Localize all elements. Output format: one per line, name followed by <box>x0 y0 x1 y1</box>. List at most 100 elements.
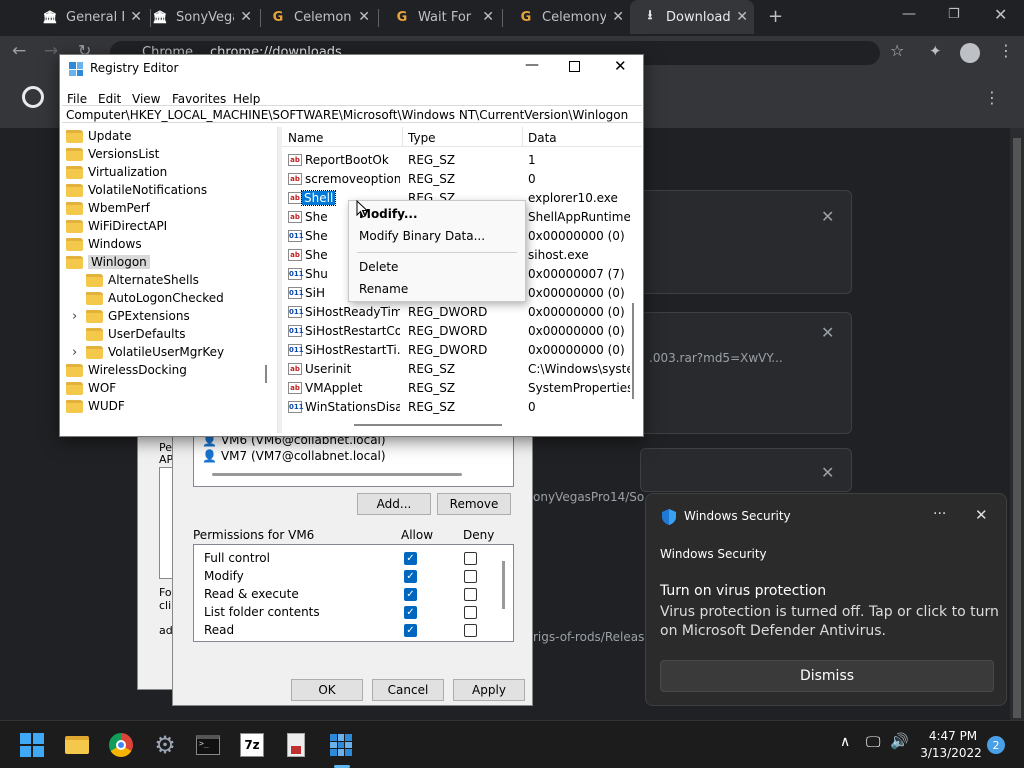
chrome-menu-icon[interactable]: ⋮ <box>998 41 1014 60</box>
value-row[interactable]: ab Userinit REG_SZ C:\Windows\syste <box>282 360 634 379</box>
tree-key[interactable]: UserDefaults <box>86 325 185 343</box>
value-row[interactable]: 011SiHostReadyTim... REG_DWORD 0x00000000 … <box>282 303 634 322</box>
7zip-icon[interactable]: 7z <box>238 731 266 759</box>
menu-item-rename[interactable]: Rename <box>359 282 408 296</box>
tree-key[interactable]: Update <box>66 127 131 145</box>
menu-file[interactable]: File <box>67 92 87 106</box>
dismiss-button[interactable]: Dismiss <box>660 660 994 692</box>
permissions-scrollbar[interactable] <box>502 561 505 609</box>
tree-key[interactable]: VolatileNotifications <box>66 181 207 199</box>
deny-checkbox[interactable] <box>464 588 477 601</box>
list-item[interactable]: 👤 VM7 (VM7@collabnet.local) <box>202 449 386 463</box>
back-icon[interactable]: ← <box>12 41 26 61</box>
close-tab-icon[interactable]: ✕ <box>612 9 624 25</box>
deny-checkbox[interactable] <box>464 552 477 565</box>
clock-time[interactable]: 4:47 PM <box>923 729 983 743</box>
close-notification-icon[interactable]: ✕ <box>975 506 988 524</box>
tree-key[interactable]: VersionsList <box>66 145 159 163</box>
expand-chevron-icon[interactable]: › <box>72 345 77 360</box>
close-tab-icon[interactable]: ✕ <box>482 9 494 25</box>
allow-checkbox[interactable]: ✓ <box>404 570 417 583</box>
cancel-button[interactable]: Cancel <box>372 679 444 701</box>
extensions-icon[interactable]: ✦ <box>929 42 942 60</box>
horizontal-scrollbar[interactable] <box>212 473 462 476</box>
clock-date[interactable]: 3/13/2022 <box>918 746 984 760</box>
expand-chevron-icon[interactable]: › <box>72 309 77 324</box>
page-scrollbar[interactable] <box>1010 128 1024 720</box>
file-explorer-icon[interactable] <box>63 731 91 759</box>
restore-icon[interactable]: ❐ <box>948 7 960 22</box>
chrome-icon[interactable] <box>107 731 135 759</box>
bookmark-star-icon[interactable]: ☆ <box>890 41 904 60</box>
value-row[interactable]: 011SiHostRestartCo... REG_DWORD 0x00000000… <box>282 322 634 341</box>
value-row[interactable]: 011WinStationsDisa... REG_SZ 0 <box>282 398 634 417</box>
add-button[interactable]: Add... <box>357 493 431 515</box>
tree-key[interactable]: › VolatileUserMgrKey <box>72 343 224 361</box>
tree-key[interactable]: Virtualization <box>66 163 167 181</box>
menu-help[interactable]: Help <box>233 92 260 106</box>
minimize-icon[interactable]: — <box>902 6 916 22</box>
deny-checkbox[interactable] <box>464 624 477 637</box>
menu-favorites[interactable]: Favorites <box>172 92 226 106</box>
remove-download-icon[interactable]: ✕ <box>821 207 834 226</box>
downloads-menu-icon[interactable]: ⋮ <box>984 88 1000 107</box>
tab-4[interactable]: G Wait For R ✕ <box>382 0 500 34</box>
tab-1[interactable]: 🏛General FA✕ <box>30 0 148 34</box>
tab-5[interactable]: G Celemony ✕ <box>506 0 630 34</box>
menu-view[interactable]: View <box>132 92 160 106</box>
tree-key[interactable]: WbemPerf <box>66 199 150 217</box>
value-row[interactable]: 011 SiHostRestartTi... REG_DWORD 0x00000000… <box>282 341 634 360</box>
tree-key[interactable]: WirelessDocking <box>66 361 187 379</box>
settings-gear-icon[interactable]: ⚙ <box>151 731 179 759</box>
notification-badge[interactable]: 2 <box>987 736 1005 754</box>
ok-button[interactable]: OK <box>291 679 363 701</box>
apply-button[interactable]: Apply <box>453 679 525 701</box>
tree-key[interactable]: › GPExtensions <box>72 307 190 325</box>
tree-key[interactable]: WUDF <box>66 397 125 415</box>
tree-key[interactable]: AlternateShells <box>86 271 199 289</box>
maximize-icon[interactable] <box>569 61 580 72</box>
menu-item-modify-binary[interactable]: Modify Binary Data... <box>359 229 485 243</box>
download-item[interactable]: ✕ <box>640 448 852 492</box>
tree-key[interactable]: Windows <box>66 235 142 253</box>
network-icon[interactable]: 🖵 <box>866 733 880 751</box>
column-data[interactable]: Data <box>528 131 557 145</box>
remove-download-icon[interactable]: ✕ <box>821 323 834 342</box>
tree-key[interactable]: Winlogon <box>66 253 150 271</box>
close-icon[interactable]: ✕ <box>614 57 627 75</box>
tab-6[interactable]: ⭳ Downloads ✕ <box>630 0 754 34</box>
allow-checkbox[interactable]: ✓ <box>404 552 417 565</box>
security-notification[interactable]: Windows Security ··· ✕ Windows Security … <box>645 493 1007 706</box>
document-app-icon[interactable] <box>282 731 310 759</box>
download-item[interactable]: ✕ <box>640 190 852 294</box>
allow-checkbox[interactable]: ✓ <box>404 588 417 601</box>
menu-item-delete[interactable]: Delete <box>359 260 398 274</box>
tree-scrollbar[interactable] <box>265 365 267 383</box>
allow-checkbox[interactable]: ✓ <box>404 606 417 619</box>
deny-checkbox[interactable] <box>464 570 477 583</box>
new-tab-icon[interactable]: + <box>768 6 783 27</box>
column-name[interactable]: Name <box>288 131 323 145</box>
tab-3[interactable]: G Celemony ✕ <box>258 0 376 34</box>
address-path-bar[interactable]: Computer\HKEY_LOCAL_MACHINE\SOFTWARE\Mic… <box>62 105 642 123</box>
volume-icon[interactable]: 🔊 <box>890 732 909 750</box>
value-row[interactable]: ab ReportBootOk REG_SZ 1 <box>282 151 634 170</box>
remove-button[interactable]: Remove <box>437 493 511 515</box>
value-row[interactable]: ab scremoveoption REG_SZ 0 <box>282 170 634 189</box>
close-window-icon[interactable]: ✕ <box>994 5 1007 24</box>
start-button[interactable] <box>18 731 46 759</box>
profile-avatar[interactable] <box>960 43 980 63</box>
close-tab-icon[interactable]: ✕ <box>736 9 748 25</box>
menu-edit[interactable]: Edit <box>98 92 121 106</box>
values-scrollbar[interactable] <box>632 303 634 399</box>
values-hscrollbar[interactable] <box>354 424 502 426</box>
download-item[interactable]: ✕ .003.rar?md5=XwVY... <box>640 312 852 434</box>
allow-checkbox[interactable]: ✓ <box>404 624 417 637</box>
tree-key[interactable]: AutoLogonChecked <box>86 289 224 307</box>
tree-key[interactable]: WOF <box>66 379 116 397</box>
chevron-up-icon[interactable]: ∧ <box>840 734 850 750</box>
tree-key[interactable]: WiFiDirectAPI <box>66 217 167 235</box>
forward-icon[interactable]: → <box>44 41 58 61</box>
remove-download-icon[interactable]: ✕ <box>821 463 834 482</box>
regedit-taskbar-icon[interactable] <box>327 731 355 759</box>
